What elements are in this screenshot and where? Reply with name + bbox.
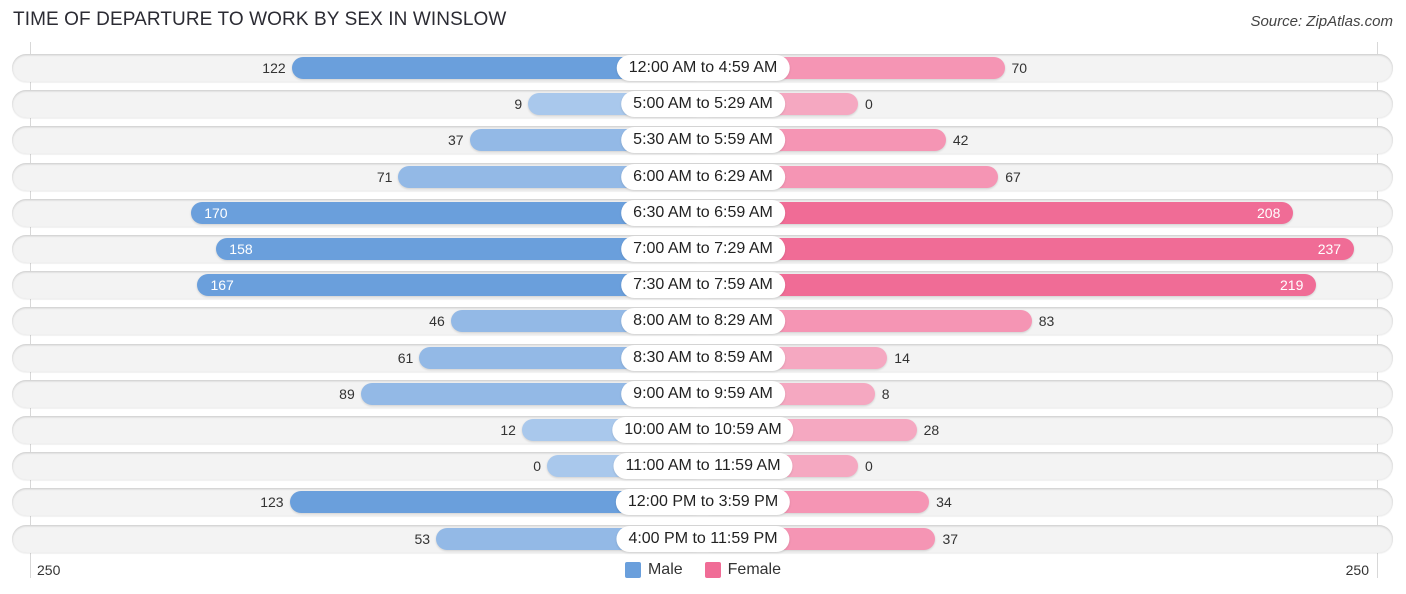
male-swatch [624, 562, 641, 578]
female-value-label: 28 [923, 422, 940, 438]
category-label: 7:30 AM to 7:59 AM [621, 272, 785, 298]
female-value-label: 83 [1038, 313, 1055, 329]
female-value-label: 219 [1280, 277, 1304, 293]
male-value-label: 122 [262, 60, 286, 76]
category-label: 12:00 AM to 4:59 AM [616, 55, 790, 81]
category-label: 9:00 AM to 9:59 AM [621, 381, 785, 407]
legend-label-male: Male [647, 561, 683, 578]
female-bar[interactable] [700, 274, 1317, 296]
male-value-label: 9 [514, 96, 523, 112]
category-label: 5:00 AM to 5:29 AM [621, 91, 785, 117]
male-value-label: 170 [204, 205, 228, 221]
diverging-bar-chart: 122 70 12:00 AM to 4:59 AM 9 0 5:00 AM to 5:2… [0, 0, 1406, 594]
category-label: 11:00 AM to 11:59 AM [613, 453, 793, 479]
legend-item-female[interactable]: Female [704, 561, 782, 579]
female-value-label: 37 [942, 531, 959, 547]
male-value-label: 0 [533, 458, 541, 474]
female-value-label: 0 [865, 458, 873, 474]
male-value-label: 158 [229, 241, 253, 257]
male-value-label: 53 [414, 531, 431, 547]
category-label: 4:00 PM to 11:59 PM [616, 526, 790, 552]
female-swatch [704, 562, 721, 578]
category-label: 6:30 AM to 6:59 AM [621, 200, 785, 226]
category-label: 10:00 AM to 10:59 AM [612, 417, 794, 443]
female-bar[interactable] [700, 202, 1294, 224]
male-value-label: 71 [376, 169, 393, 185]
male-value-label: 123 [260, 494, 284, 510]
legend-item-male[interactable]: Male [624, 561, 683, 579]
legend: Male Female [0, 561, 1406, 579]
female-value-label: 8 [881, 386, 890, 402]
female-value-label: 237 [1317, 241, 1342, 257]
female-value-label: 42 [952, 132, 969, 148]
category-label: 8:00 AM to 8:29 AM [621, 308, 785, 334]
male-value-label: 61 [397, 350, 414, 366]
legend-label-female: Female [727, 561, 782, 578]
female-value-label: 0 [865, 96, 873, 112]
female-value-label: 14 [894, 350, 910, 366]
male-value-label: 89 [339, 386, 355, 402]
female-value-label: 70 [1011, 60, 1028, 76]
category-label: 5:30 AM to 5:59 AM [621, 127, 785, 153]
category-label: 7:00 AM to 7:29 AM [621, 236, 785, 262]
category-label: 6:00 AM to 6:29 AM [621, 164, 785, 190]
category-label: 12:00 PM to 3:59 PM [615, 489, 791, 515]
female-value-label: 67 [1005, 169, 1021, 185]
male-value-label: 37 [447, 132, 464, 148]
category-label: 8:30 AM to 8:59 AM [621, 345, 785, 371]
male-value-label: 167 [210, 277, 234, 293]
female-bar[interactable] [700, 238, 1355, 260]
female-value-label: 34 [936, 494, 952, 510]
male-value-label: 46 [429, 313, 445, 329]
female-value-label: 208 [1257, 205, 1281, 221]
male-value-label: 12 [500, 422, 516, 438]
